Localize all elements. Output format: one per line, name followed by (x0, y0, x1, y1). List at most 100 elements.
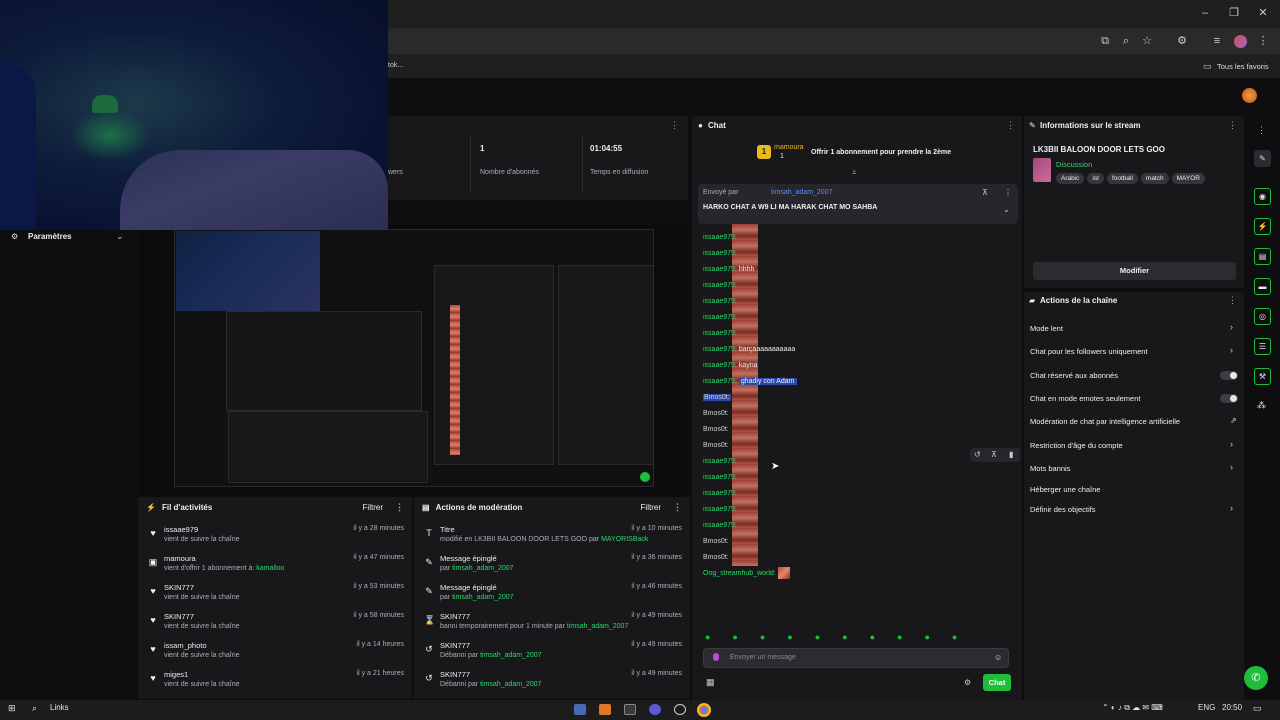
taskbar-app-icon[interactable] (574, 704, 586, 715)
rail-menu-icon[interactable]: ⋮ (1257, 125, 1266, 136)
chevron-right-icon[interactable]: › (1230, 503, 1233, 513)
bookmark-star-icon[interactable]: ☆ (1140, 34, 1154, 48)
gift-offer-link[interactable]: Offrir 1 abonnement pour prendre la 2ème (811, 149, 951, 156)
activity-filter-button[interactable]: Filtrer (363, 503, 383, 512)
action-age-restriction[interactable]: Restriction d'âge du compte (1030, 441, 1123, 450)
support-icon[interactable]: ✆ (1244, 666, 1268, 690)
gift-username[interactable]: mamoura (774, 144, 804, 151)
translate-icon[interactable]: ⧉ (1098, 34, 1112, 48)
delete-icon[interactable]: ▮ (1009, 450, 1013, 459)
category-link[interactable]: Discussion (1056, 160, 1092, 169)
chevron-down-icon[interactable]: ⌄ (116, 231, 124, 242)
action-subscribers-only: Chat réservé aux abonnés (1030, 371, 1118, 380)
chat-settings-icon[interactable]: ⚙ (964, 678, 971, 687)
taskbar-search-label[interactable]: Links (50, 703, 69, 712)
wrench-icon[interactable]: ⚒ (1254, 368, 1271, 385)
taskbar-app-icon[interactable] (674, 704, 686, 715)
tab-search-icon[interactable]: ≡ (1210, 34, 1224, 48)
moderation-title: Actions de modération (435, 502, 523, 512)
document-icon[interactable]: ▤ (1254, 248, 1271, 265)
chevron-right-icon[interactable]: › (1230, 322, 1233, 332)
lightning-icon: ⚡ (146, 502, 156, 512)
tag[interactable]: Arabic (1056, 173, 1085, 184)
chat-input-placeholder: Envoyer un message (730, 654, 796, 661)
undo-icon: ↺ (425, 644, 433, 654)
chat-send-button[interactable]: Chat (983, 674, 1011, 691)
chat-message: issaae979: kayna (703, 362, 758, 369)
taskbar-app-icon[interactable] (649, 704, 661, 715)
chevron-right-icon[interactable]: › (1230, 439, 1233, 449)
stream-stats-panel: ⋮ wers 1 Nombre d'abonnés 01:04:55 Temps… (388, 116, 688, 200)
timeout-icon[interactable]: ↺ (974, 450, 981, 459)
notification-icon[interactable]: ▭ (1253, 703, 1262, 714)
chat-menu-icon[interactable]: ⋮ (1006, 120, 1015, 131)
chat-message: Bmos0t: (703, 426, 729, 433)
chevron-right-icon[interactable]: › (1230, 345, 1233, 355)
channel-actions-menu-icon[interactable]: ⋮ (1228, 295, 1237, 306)
language-indicator[interactable]: ENG (1198, 703, 1215, 712)
windows-start-icon[interactable]: ⊞ (8, 703, 16, 714)
moderation-menu-icon[interactable]: ⋮ (673, 502, 682, 513)
taskbar-app-icon[interactable] (624, 704, 636, 715)
calendar-icon[interactable]: ▦ (706, 677, 715, 688)
stream-info-menu-icon[interactable]: ⋮ (1228, 120, 1237, 131)
chevron-right-icon[interactable]: › (1230, 462, 1233, 472)
stats-menu-icon[interactable]: ⋮ (670, 120, 679, 131)
subscribers-only-toggle[interactable] (1220, 371, 1238, 380)
list-icon[interactable]: ☰ (1254, 338, 1271, 355)
microphone-icon[interactable] (713, 653, 719, 661)
heart-icon: ♥ (150, 528, 156, 538)
gear-icon: ⚙ (11, 232, 19, 241)
pin-icon[interactable]: ⊼ (991, 450, 997, 459)
lightning-icon[interactable]: ⚡ (1254, 218, 1271, 235)
action-banned-words[interactable]: Mots bannis (1030, 464, 1070, 473)
action-host-channel[interactable]: Héberger une chaîne (1030, 485, 1100, 494)
action-followers-only[interactable]: Chat pour les followers uniquement (1030, 347, 1148, 356)
list-item: ♥ SKIN777 vient de suivre la chaîne il y… (138, 610, 412, 638)
maximize-icon[interactable]: ❐ (1227, 6, 1241, 20)
tag[interactable]: ist (1087, 173, 1104, 184)
edit-icon[interactable]: ✎ (1254, 150, 1271, 167)
activity-menu-icon[interactable]: ⋮ (395, 502, 404, 513)
settings-label[interactable]: Paramètres (28, 232, 72, 241)
search-icon[interactable]: ⌕ (32, 703, 37, 714)
zoom-icon[interactable]: ⌕ (1119, 34, 1133, 48)
edit-stream-button[interactable]: Modifier (1033, 262, 1236, 280)
activity-feed-panel: ⚡ Fil d'activités Filtrer ⋮ ♥ issaae979 … (138, 497, 412, 699)
minimize-icon[interactable]: – (1198, 6, 1212, 20)
emote-bar[interactable]: ●●●●●●●●●● (705, 632, 979, 642)
action-slow-mode[interactable]: Mode lent (1030, 324, 1063, 333)
browser-menu-icon[interactable]: ⋮ (1256, 34, 1270, 48)
chrome-icon[interactable] (697, 703, 711, 717)
profile-avatar[interactable] (1234, 35, 1247, 48)
taskbar-app-icon[interactable] (599, 704, 611, 715)
emotes-only-toggle[interactable] (1220, 394, 1238, 403)
pin-icon[interactable]: ⊼ (982, 188, 988, 197)
os-taskbar (0, 700, 1280, 720)
chevron-down-icon[interactable]: ⌄ (1003, 205, 1010, 214)
action-ai-moderation[interactable]: Modération de chat par intelligence arti… (1030, 417, 1180, 426)
tag[interactable]: football (1106, 173, 1138, 184)
close-icon[interactable]: ✕ (1256, 6, 1270, 20)
stream-info-title: Informations sur le stream (1040, 121, 1141, 130)
all-bookmarks-label[interactable]: Tous les favoris (1217, 62, 1269, 71)
stat-viewers: wers (388, 169, 403, 176)
action-set-goals[interactable]: Définir des objectifs (1030, 505, 1095, 514)
moderation-filter-button[interactable]: Filtrer (641, 503, 661, 512)
filter-icon[interactable]: ⩡ (852, 168, 857, 178)
tag[interactable]: match (1140, 173, 1169, 184)
clock[interactable]: 20:50 (1222, 703, 1242, 712)
tray-icons[interactable]: ⌃ ◐ ♪ ⧉ ☁ ✉ ⌨ (1102, 703, 1163, 713)
extensions-icon[interactable]: ⚙ (1175, 34, 1189, 48)
chat-icon[interactable]: ▬ (1254, 278, 1271, 295)
user-avatar[interactable] (1242, 88, 1257, 103)
pinned-menu-icon[interactable]: ⋮ (1004, 188, 1012, 197)
external-link-icon[interactable]: ⇗ (1230, 416, 1237, 425)
camera-icon[interactable]: ◉ (1254, 188, 1271, 205)
share-icon[interactable]: ⁂ (1257, 400, 1266, 411)
list-item: ⌛ SKIN777 banni temporairement pour 1 mi… (424, 612, 682, 630)
broadcast-icon[interactable]: ◎ (1254, 308, 1271, 325)
emoji-icon[interactable]: ☺ (994, 653, 1002, 662)
pinned-username[interactable]: timsah_adam_2007 (771, 189, 833, 196)
tag[interactable]: MAYOR (1171, 173, 1205, 184)
